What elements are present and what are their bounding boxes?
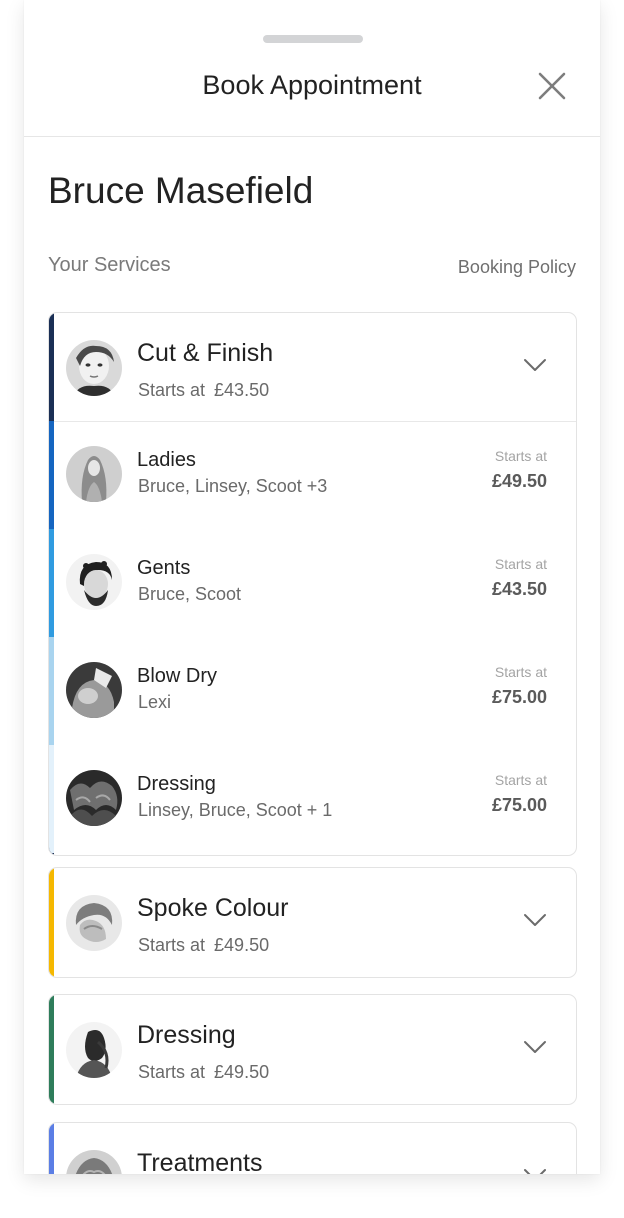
category-header-cut-finish[interactable]: Cut & Finish Starts at £43.50 bbox=[49, 313, 576, 421]
service-row-gents[interactable]: Gents Bruce, Scoot Starts at £43.50 bbox=[49, 529, 576, 637]
close-icon bbox=[538, 72, 566, 100]
category-price-value: £43.50 bbox=[214, 380, 270, 400]
category-price: Starts at £49.50 bbox=[138, 935, 278, 956]
category-price: Starts at £49.50 bbox=[138, 1062, 278, 1083]
service-staff: Linsey, Bruce, Scoot + 1 bbox=[138, 800, 333, 820]
service-price-label: Starts at bbox=[494, 448, 547, 464]
category-price-label: Starts at bbox=[138, 1062, 206, 1082]
booking-sheet: Book Appointment Bruce Masefield Your Se… bbox=[24, 0, 600, 1174]
service-accent bbox=[49, 529, 54, 637]
service-price: £43.50 bbox=[491, 579, 547, 599]
service-staff: Bruce, Linsey, Scoot +3 bbox=[138, 476, 328, 496]
service-avatar bbox=[66, 662, 122, 718]
service-avatar bbox=[66, 446, 122, 502]
section-label-services: Your Services bbox=[48, 254, 171, 276]
service-row-blow-dry[interactable]: Blow Dry Lexi Starts at £75.00 bbox=[49, 637, 576, 745]
category-price: Starts at £43.50 bbox=[138, 380, 278, 401]
service-staff: Lexi bbox=[138, 692, 172, 712]
category-avatar bbox=[66, 1150, 122, 1174]
service-name: Gents bbox=[137, 557, 191, 579]
category-price-label: Starts at bbox=[138, 380, 206, 400]
category-title: Treatments bbox=[137, 1149, 263, 1174]
category-title: Cut & Finish bbox=[137, 339, 274, 367]
service-avatar bbox=[66, 770, 122, 826]
category-title: Dressing bbox=[137, 1021, 236, 1049]
service-accent bbox=[49, 637, 54, 745]
category-avatar bbox=[66, 1022, 122, 1078]
category-header-dressing[interactable]: Dressing Starts at £49.50 bbox=[49, 995, 576, 1103]
category-title: Spoke Colour bbox=[137, 894, 289, 922]
close-button[interactable] bbox=[534, 68, 570, 104]
chevron-down-icon[interactable] bbox=[523, 1039, 547, 1055]
category-avatar bbox=[66, 895, 122, 951]
header-divider bbox=[24, 136, 600, 137]
service-price-label: Starts at bbox=[494, 772, 547, 788]
service-price-label: Starts at bbox=[494, 664, 547, 680]
category-price-label: Starts at bbox=[138, 935, 206, 955]
service-accent bbox=[49, 421, 54, 529]
service-name: Ladies bbox=[137, 449, 196, 471]
service-price-label: Starts at bbox=[494, 556, 547, 572]
chevron-down-icon[interactable] bbox=[523, 912, 547, 928]
service-price: £49.50 bbox=[491, 471, 547, 491]
booking-policy-link[interactable]: Booking Policy bbox=[458, 257, 576, 278]
category-card-cut-finish: Cut & Finish Starts at£43.50 Ladies Bru bbox=[48, 312, 577, 856]
category-card-spoke-colour: Spoke Colour Starts at £49.50 bbox=[48, 867, 577, 978]
service-name: Blow Dry bbox=[137, 665, 218, 687]
service-staff: Bruce, Scoot bbox=[138, 584, 242, 604]
page-title: Book Appointment bbox=[202, 70, 422, 100]
drag-handle[interactable] bbox=[263, 35, 363, 43]
provider-name: Bruce Masefield bbox=[48, 170, 314, 211]
category-avatar bbox=[66, 340, 122, 396]
service-name: Dressing bbox=[137, 773, 216, 795]
service-accent bbox=[49, 745, 54, 853]
category-header-spoke-colour[interactable]: Spoke Colour Starts at £49.50 bbox=[49, 868, 576, 976]
category-card-dressing: Dressing Starts at £49.50 bbox=[48, 994, 577, 1105]
category-price-value: £49.50 bbox=[214, 1062, 270, 1082]
chevron-down-icon[interactable] bbox=[523, 1167, 547, 1174]
category-header-treatments[interactable]: Treatments bbox=[49, 1123, 576, 1174]
chevron-down-icon[interactable] bbox=[523, 357, 547, 373]
service-avatar bbox=[66, 554, 122, 610]
service-price: £75.00 bbox=[491, 687, 547, 707]
service-row-dressing[interactable]: Dressing Linsey, Bruce, Scoot + 1 Starts… bbox=[49, 745, 576, 853]
category-price-value: £49.50 bbox=[214, 935, 270, 955]
category-card-treatments: Treatments bbox=[48, 1122, 577, 1174]
service-row-ladies[interactable]: Ladies Bruce, Linsey, Scoot +3 Starts at… bbox=[49, 421, 576, 529]
service-price: £75.00 bbox=[491, 795, 547, 815]
